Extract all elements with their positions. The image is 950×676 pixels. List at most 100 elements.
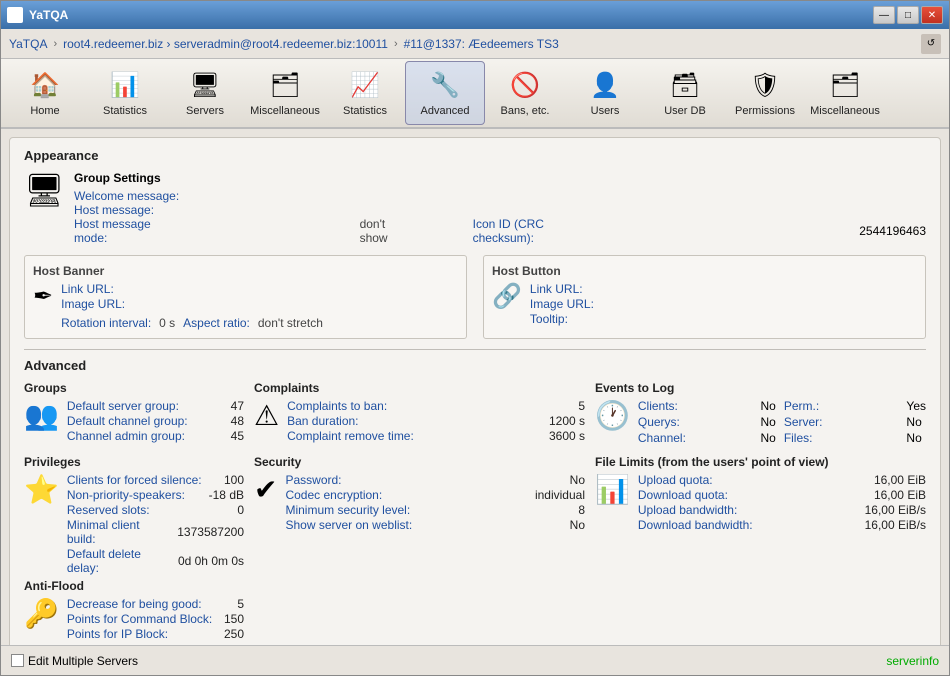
- toolbar-advanced[interactable]: 🔧 Advanced: [405, 61, 485, 125]
- min-security-link[interactable]: Minimum security level:: [285, 503, 410, 517]
- complaints-block: Complaints ⚠ Complaints to ban: 5 Ban du…: [254, 381, 585, 445]
- privileges-block: Privileges ⭐ Clients for forced silence:…: [24, 455, 244, 575]
- addr-seg1[interactable]: YaTQA: [9, 37, 47, 51]
- points-ip-link[interactable]: Points for IP Block:: [67, 627, 168, 641]
- password-link[interactable]: Password:: [285, 473, 341, 487]
- points-command-link[interactable]: Points for Command Block:: [67, 612, 212, 626]
- toolbar-statistics2[interactable]: 📈 Statistics: [325, 61, 405, 125]
- files-log-link[interactable]: Files:: [784, 431, 899, 445]
- codec-encryption-val: individual: [535, 488, 585, 502]
- toolbar-misc2[interactable]: 🗂 Miscellaneous: [805, 61, 885, 125]
- decrease-link[interactable]: Decrease for being good:: [67, 597, 202, 611]
- toolbar-statistics1[interactable]: 📊 Statistics: [85, 61, 165, 125]
- banner-link-url[interactable]: Link URL:: [61, 282, 323, 296]
- statistics1-icon: 📊: [107, 67, 143, 103]
- codec-encryption-link[interactable]: Codec encryption:: [285, 488, 382, 502]
- reserved-slots-val: 0: [237, 503, 244, 517]
- default-server-group-link[interactable]: Default server group:: [67, 399, 179, 413]
- clients-forced-link[interactable]: Clients for forced silence:: [67, 473, 202, 487]
- upload-quota-link[interactable]: Upload quota:: [638, 473, 713, 487]
- toolbar-misc2-label: Miscellaneous: [810, 105, 880, 118]
- clients-forced-val: 100: [224, 473, 244, 487]
- toolbar-permissions[interactable]: 🛡 Permissions: [725, 61, 805, 125]
- toolbar-misc1[interactable]: 🗂 Miscellaneous: [245, 61, 325, 125]
- clients-log-val: No: [760, 399, 775, 413]
- show-weblist-val: No: [570, 518, 585, 532]
- banner-aspect[interactable]: Aspect ratio:: [183, 316, 250, 330]
- icon-id-label[interactable]: Icon ID (CRC checksum):: [473, 217, 600, 245]
- complaint-remove-link[interactable]: Complaint remove time:: [287, 429, 414, 443]
- banner-rotation[interactable]: Rotation interval:: [61, 316, 151, 330]
- welcome-message-link[interactable]: Welcome message:: [74, 189, 179, 203]
- channel-log-link[interactable]: Channel:: [638, 431, 753, 445]
- advanced-section: Advanced Groups 👥 Default server group: …: [24, 358, 926, 641]
- default-channel-group-link[interactable]: Default channel group:: [67, 414, 188, 428]
- minimal-client-val: 1373587200: [177, 525, 244, 539]
- download-quota-link[interactable]: Download quota:: [638, 488, 728, 502]
- toolbar-users[interactable]: 👤 Users: [565, 61, 645, 125]
- toolbar-userdb[interactable]: 🗃 User DB: [645, 61, 725, 125]
- minimal-client-link[interactable]: Minimal client build:: [67, 518, 169, 546]
- default-delete-link[interactable]: Default delete delay:: [67, 547, 170, 575]
- edit-multiple-checkbox[interactable]: [11, 654, 24, 667]
- banner-image-url[interactable]: Image URL:: [61, 297, 323, 311]
- banner-rotation-val: 0 s: [159, 316, 175, 330]
- channel-admin-group-link[interactable]: Channel admin group:: [67, 429, 185, 443]
- file-limits-block: File Limits (from the users' point of vi…: [595, 455, 926, 575]
- file-limits-title: File Limits (from the users' point of vi…: [595, 455, 926, 469]
- upload-bandwidth-link[interactable]: Upload bandwidth:: [638, 503, 737, 517]
- maximize-button[interactable]: □: [897, 6, 919, 24]
- icon-id-value: 2544196463: [859, 224, 926, 238]
- toolbar-bans[interactable]: 🚫 Bans, etc.: [485, 61, 565, 125]
- non-priority-val: -18 dB: [209, 488, 244, 502]
- toolbar-userdb-label: User DB: [664, 105, 706, 118]
- server-log-val: No: [906, 415, 926, 429]
- non-priority-link[interactable]: Non-priority-speakers:: [67, 488, 185, 502]
- show-weblist-link[interactable]: Show server on weblist:: [285, 518, 412, 532]
- banner-aspect-val: don't stretch: [258, 316, 323, 330]
- download-bandwidth-link[interactable]: Download bandwidth:: [638, 518, 753, 532]
- reserved-slots-link[interactable]: Reserved slots:: [67, 503, 150, 517]
- addr-seg3[interactable]: #11@1337: Æedeemers TS3: [404, 37, 559, 51]
- upload-bandwidth-val: 16,00 EiB/s: [865, 503, 926, 517]
- perm-log-link[interactable]: Perm.:: [784, 399, 899, 413]
- default-delete-val: 0d 0h 0m 0s: [178, 554, 244, 568]
- security-block: Security ✔ Password: No Codec encryption…: [254, 455, 585, 575]
- ban-duration-val: 1200 s: [549, 414, 585, 428]
- privileges-title: Privileges: [24, 455, 244, 469]
- security-title: Security: [254, 455, 585, 469]
- nav-back-button[interactable]: ↺: [921, 34, 941, 54]
- button-link-url[interactable]: Link URL:: [530, 282, 594, 296]
- host-message-link[interactable]: Host message:: [74, 203, 154, 217]
- min-security-val: 8: [578, 503, 585, 517]
- advanced-bottom-grid: Privileges ⭐ Clients for forced silence:…: [24, 455, 926, 641]
- default-server-val: 47: [231, 399, 244, 413]
- addr-seg2[interactable]: root4.redeemer.biz › serveradmin@root4.r…: [63, 37, 388, 51]
- button-image-url[interactable]: Image URL:: [530, 297, 594, 311]
- toolbar-bans-label: Bans, etc.: [501, 105, 550, 118]
- default-channel-val: 48: [231, 414, 244, 428]
- separator1: [24, 349, 926, 350]
- status-bar: Edit Multiple Servers serverinfo: [1, 645, 949, 675]
- toolbar-home[interactable]: 🏠 Home: [5, 61, 85, 125]
- complaints-to-ban-link[interactable]: Complaints to ban:: [287, 399, 387, 413]
- clients-log-link[interactable]: Clients:: [638, 399, 753, 413]
- querys-log-link[interactable]: Querys:: [638, 415, 753, 429]
- server-log-link[interactable]: Server:: [784, 415, 899, 429]
- host-message-mode-link[interactable]: Host message mode:: [74, 217, 180, 245]
- button-tooltip[interactable]: Tooltip:: [530, 312, 594, 326]
- toolbar-servers[interactable]: 🖥 Servers: [165, 61, 245, 125]
- toolbar-servers-label: Servers: [186, 105, 224, 118]
- privileges-icon: ⭐: [24, 473, 59, 506]
- users-icon: 👤: [587, 67, 623, 103]
- minimize-button[interactable]: —: [873, 6, 895, 24]
- window-controls: — □ ✕: [873, 6, 943, 24]
- ban-duration-link[interactable]: Ban duration:: [287, 414, 358, 428]
- close-button[interactable]: ✕: [921, 6, 943, 24]
- anti-flood-block: Anti-Flood 🔑 Decrease for being good: 5 …: [24, 579, 244, 641]
- host-button: Host Button 🔗 Link URL: Image URL: Toolt…: [483, 255, 926, 339]
- channel-admin-val: 45: [231, 429, 244, 443]
- dont-show-value: don't show: [360, 217, 413, 245]
- anti-flood-title: Anti-Flood: [24, 579, 244, 593]
- app-icon: [7, 7, 23, 23]
